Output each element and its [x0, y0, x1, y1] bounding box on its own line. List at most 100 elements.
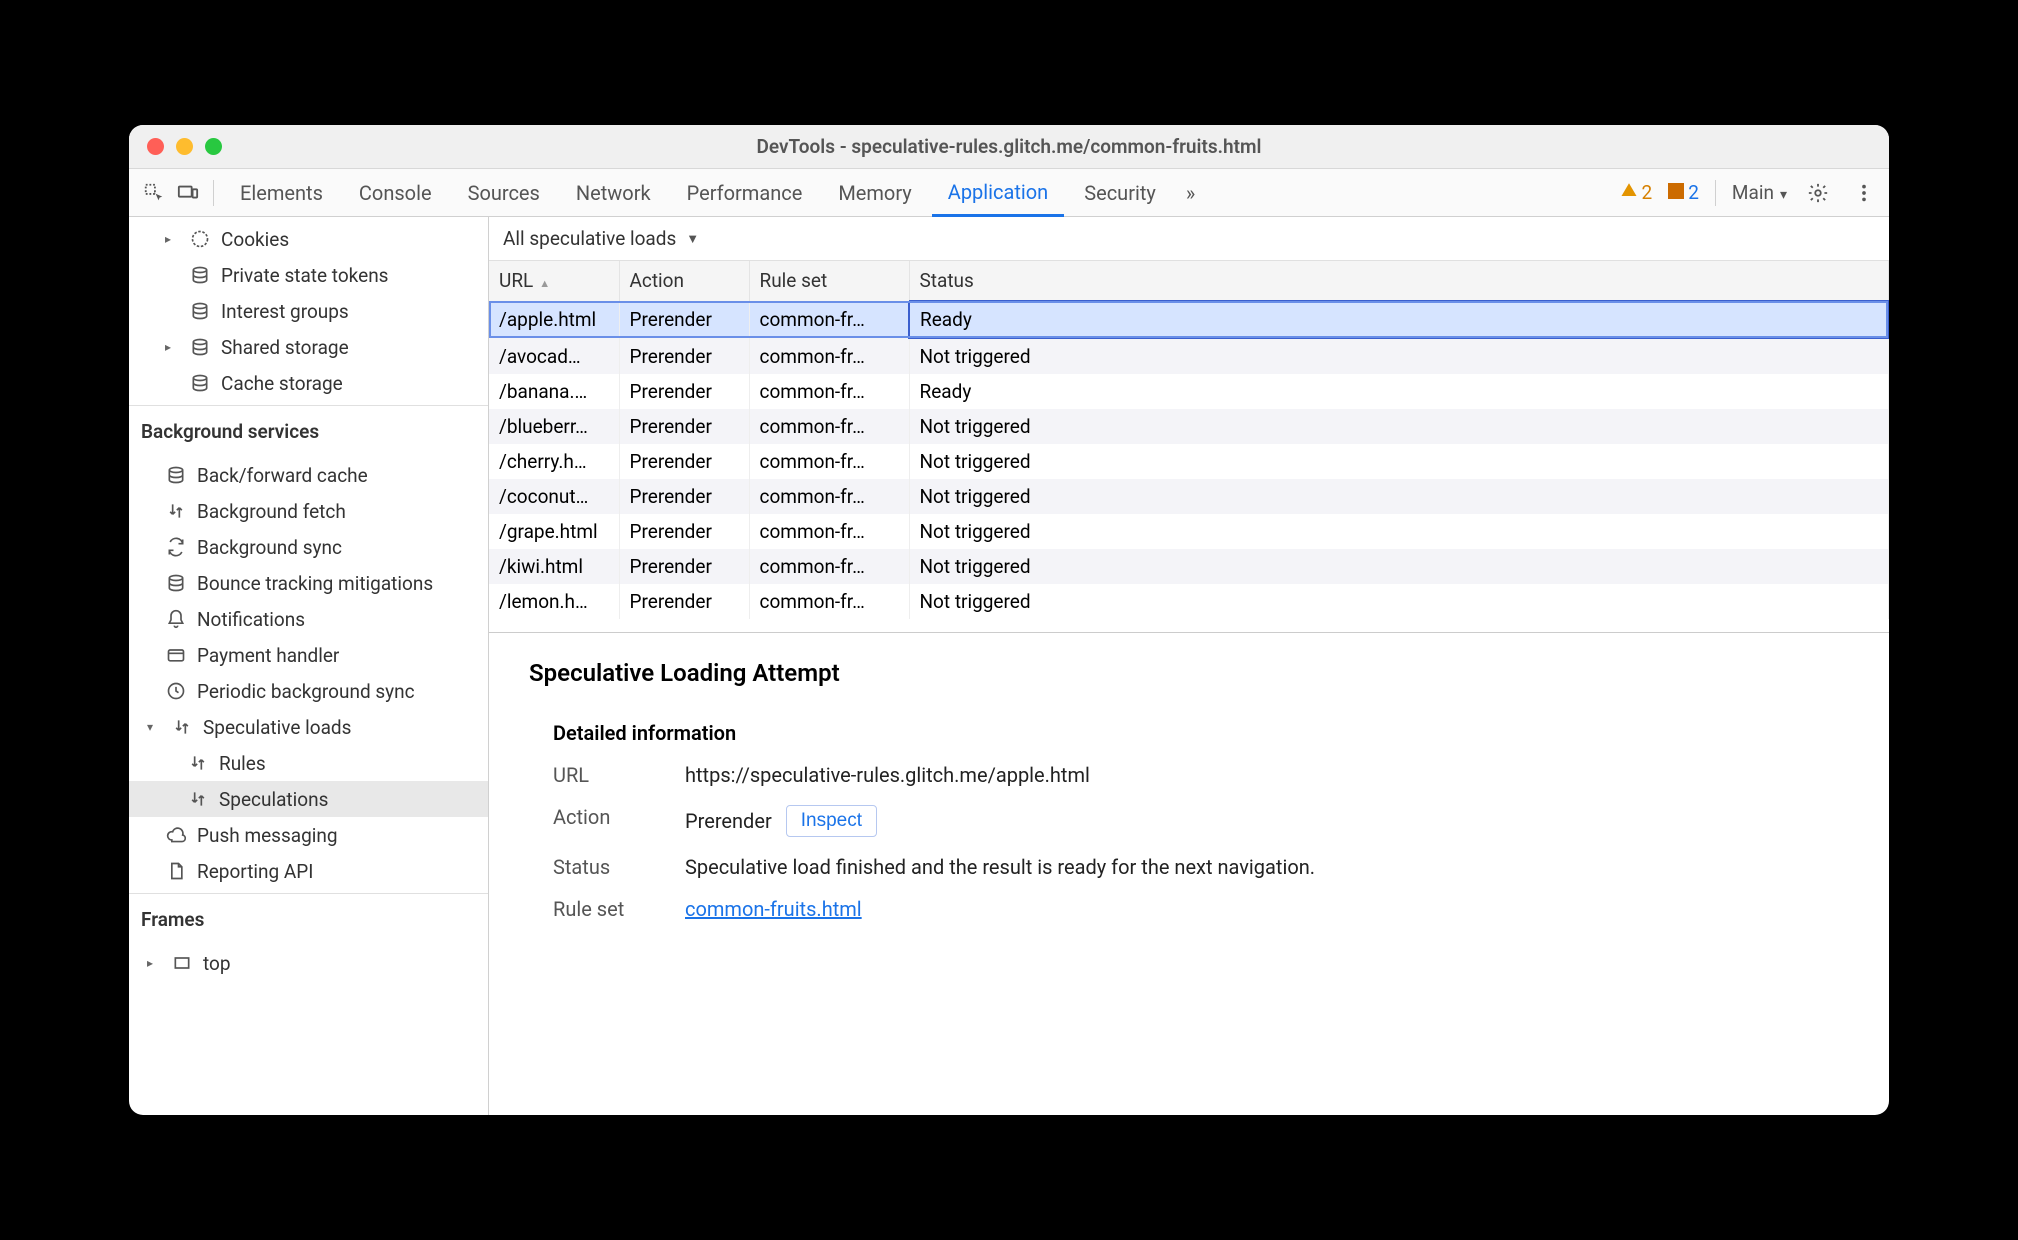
detail-url-label: URL	[553, 763, 663, 787]
close-window-button[interactable]	[147, 138, 164, 155]
sidebar-item-label: Shared storage	[221, 336, 349, 359]
sidebar-item-periodic-bg-sync[interactable]: Periodic background sync	[129, 673, 488, 709]
sidebar-item-interest-groups[interactable]: Interest groups	[129, 293, 488, 329]
issues-count: 2	[1688, 181, 1699, 204]
settings-icon[interactable]	[1803, 178, 1833, 208]
column-header-ruleset[interactable]: Rule set	[749, 261, 909, 301]
devtools-window: DevTools - speculative-rules.glitch.me/c…	[129, 125, 1889, 1115]
cell-action: Prerender	[619, 338, 749, 374]
sidebar-item-payment-handler[interactable]: Payment handler	[129, 637, 488, 673]
more-menu-icon[interactable]	[1849, 178, 1879, 208]
cell-url: /coconut…	[489, 479, 619, 514]
inspect-element-icon[interactable]	[139, 178, 169, 208]
separator	[1715, 180, 1716, 206]
cell-ruleset: common-fr…	[749, 374, 909, 409]
sidebar-item-reporting-api[interactable]: Reporting API	[129, 853, 488, 889]
sidebar-item-background-sync[interactable]: Background sync	[129, 529, 488, 565]
table-row[interactable]: /grape.htmlPrerendercommon-fr…Not trigge…	[489, 514, 1888, 549]
detail-status-label: Status	[553, 855, 663, 879]
cloud-icon	[165, 824, 187, 846]
warnings-count: 2	[1642, 181, 1653, 204]
sidebar-item-push-messaging[interactable]: Push messaging	[129, 817, 488, 853]
panel-tab-network[interactable]: Network	[560, 169, 667, 216]
sidebar-item-speculations[interactable]: Speculations	[129, 781, 488, 817]
device-toolbar-icon[interactable]	[173, 178, 203, 208]
sidebar-item-label: Cache storage	[221, 372, 343, 395]
cell-url: /lemon.h…	[489, 584, 619, 619]
cell-action: Prerender	[619, 479, 749, 514]
panel-tab-console[interactable]: Console	[343, 169, 448, 216]
cell-ruleset: common-fr…	[749, 549, 909, 584]
panel-tab-sources[interactable]: Sources	[452, 169, 556, 216]
sidebar-item-back-forward-cache[interactable]: Back/forward cache	[129, 457, 488, 493]
sidebar-item-background-fetch[interactable]: Background fetch	[129, 493, 488, 529]
inspect-button[interactable]: Inspect	[786, 805, 877, 837]
filter-dropdown[interactable]: All speculative loads ▼	[489, 217, 1889, 261]
cell-ruleset: common-fr…	[749, 444, 909, 479]
sidebar-item-bounce-tracking[interactable]: Bounce tracking mitigations	[129, 565, 488, 601]
sidebar-item-shared-storage[interactable]: ▸ Shared storage	[129, 329, 488, 365]
cell-status: Not triggered	[909, 409, 1888, 444]
table-row[interactable]: /blueberr…Prerendercommon-fr…Not trigger…	[489, 409, 1888, 444]
table-row[interactable]: /coconut…Prerendercommon-fr…Not triggere…	[489, 479, 1888, 514]
detail-ruleset-label: Rule set	[553, 897, 663, 921]
minimize-window-button[interactable]	[176, 138, 193, 155]
detail-ruleset-link[interactable]: common-fruits.html	[685, 897, 862, 921]
column-header-action[interactable]: Action	[619, 261, 749, 301]
cell-status: Ready	[909, 374, 1888, 409]
sidebar-item-label: Cookies	[221, 228, 289, 251]
sidebar-item-label: Speculative loads	[203, 716, 351, 739]
warnings-indicator[interactable]: 2	[1620, 181, 1653, 204]
table-row[interactable]: /banana.…Prerendercommon-fr…Ready	[489, 374, 1888, 409]
cell-ruleset: common-fr…	[749, 338, 909, 374]
panel-tab-security[interactable]: Security	[1068, 169, 1172, 216]
panel-tab-performance[interactable]: Performance	[671, 169, 819, 216]
cell-status: Ready	[909, 301, 1888, 338]
cell-ruleset: common-fr…	[749, 409, 909, 444]
sidebar-item-rules[interactable]: Rules	[129, 745, 488, 781]
table-row[interactable]: /cherry.h…Prerendercommon-fr…Not trigger…	[489, 444, 1888, 479]
sidebar-item-label: Periodic background sync	[197, 680, 415, 703]
swap-icon	[187, 752, 209, 774]
sidebar-item-notifications[interactable]: Notifications	[129, 601, 488, 637]
sidebar-item-label: Push messaging	[197, 824, 338, 847]
expander-icon: ▾	[147, 720, 161, 734]
zoom-window-button[interactable]	[205, 138, 222, 155]
cell-status: Not triggered	[909, 584, 1888, 619]
swap-icon	[165, 500, 187, 522]
content-area: All speculative loads ▼ URL▲ Action Rule…	[489, 217, 1889, 1115]
detail-action-value: Prerender	[685, 809, 772, 833]
issues-indicator[interactable]: 2	[1668, 181, 1699, 204]
chevron-down-icon: ▼	[686, 231, 699, 247]
panel-tab-memory[interactable]: Memory	[822, 169, 927, 216]
sidebar-item-label: Back/forward cache	[197, 464, 368, 487]
cell-ruleset: common-fr…	[749, 301, 909, 338]
more-panels-button[interactable]: »	[1176, 169, 1205, 216]
column-header-url[interactable]: URL▲	[489, 261, 619, 301]
cell-action: Prerender	[619, 444, 749, 479]
column-header-status[interactable]: Status	[909, 261, 1888, 301]
sidebar-item-private-state-tokens[interactable]: Private state tokens	[129, 257, 488, 293]
panel-tab-elements[interactable]: Elements	[224, 169, 339, 216]
context-selector[interactable]: Main	[1732, 181, 1787, 204]
expander-icon: ▸	[165, 340, 179, 354]
titlebar: DevTools - speculative-rules.glitch.me/c…	[129, 125, 1889, 169]
sidebar-item-label: Payment handler	[197, 644, 339, 667]
sidebar-item-cache-storage[interactable]: Cache storage	[129, 365, 488, 401]
expander-icon: ▸	[147, 956, 161, 970]
sidebar-item-label: top	[203, 952, 231, 975]
sidebar-item-speculative-loads[interactable]: ▾ Speculative loads	[129, 709, 488, 745]
database-icon	[165, 464, 187, 486]
cell-status: Not triggered	[909, 444, 1888, 479]
table-row[interactable]: /avocad…Prerendercommon-fr…Not triggered	[489, 338, 1888, 374]
cell-status: Not triggered	[909, 338, 1888, 374]
table-row[interactable]: /lemon.h…Prerendercommon-fr…Not triggere…	[489, 584, 1888, 619]
sidebar-item-frame-top[interactable]: ▸ top	[129, 945, 488, 981]
table-row[interactable]: /kiwi.htmlPrerendercommon-fr…Not trigger…	[489, 549, 1888, 584]
sidebar-section-frames: Frames	[129, 893, 488, 941]
sidebar-item-label: Private state tokens	[221, 264, 389, 287]
panel-tab-application[interactable]: Application	[932, 170, 1064, 217]
sidebar-item-cookies[interactable]: ▸ Cookies	[129, 221, 488, 257]
table-row[interactable]: /apple.htmlPrerendercommon-fr…Ready	[489, 301, 1888, 338]
cookies-icon	[189, 228, 211, 250]
